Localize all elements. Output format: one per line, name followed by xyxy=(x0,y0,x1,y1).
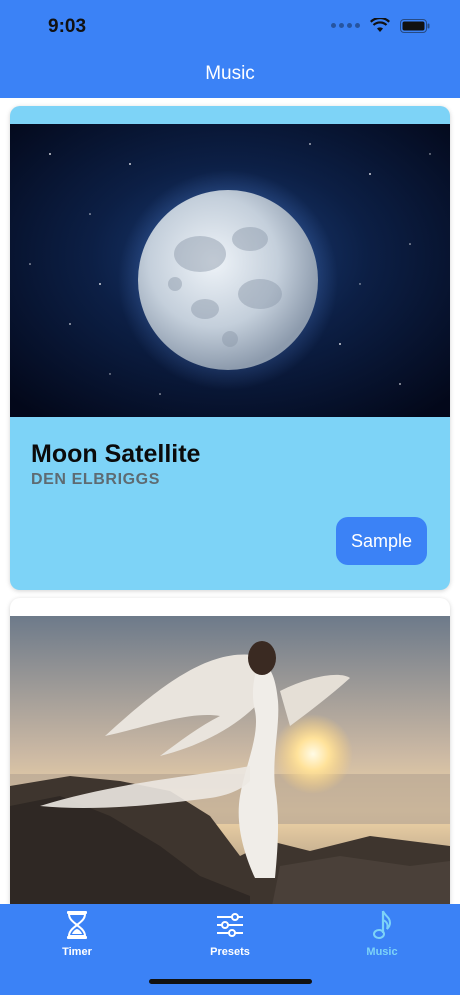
status-time: 9:03 xyxy=(48,16,87,37)
home-indicator[interactable] xyxy=(149,979,312,984)
music-note-icon xyxy=(372,908,392,942)
track-artist: DEN ELBRIGGS xyxy=(31,471,160,488)
track-title: Moon Satellite xyxy=(31,440,201,468)
wifi-icon xyxy=(370,18,390,33)
sliders-icon xyxy=(216,908,244,942)
tab-presets[interactable]: Presets xyxy=(170,908,290,964)
tab-music[interactable]: Music xyxy=(322,908,442,964)
page-title: Music xyxy=(205,63,255,84)
battery-icon xyxy=(400,18,430,33)
album-art-image xyxy=(10,124,450,417)
cellular-signal-icon xyxy=(331,23,360,28)
tab-label: Music xyxy=(366,946,398,958)
music-card[interactable] xyxy=(10,598,450,904)
tab-timer[interactable]: Timer xyxy=(17,908,137,964)
tab-label: Timer xyxy=(62,946,92,958)
music-list[interactable]: Moon Satellite DEN ELBRIGGS Sample xyxy=(0,98,460,904)
tab-label: Presets xyxy=(210,946,250,958)
status-icons xyxy=(331,18,430,33)
hourglass-icon xyxy=(66,908,88,942)
header-bar: 9:03 Music xyxy=(0,0,460,98)
sample-button[interactable]: Sample xyxy=(336,517,427,565)
album-art-image xyxy=(10,616,450,904)
music-card[interactable]: Moon Satellite DEN ELBRIGGS Sample xyxy=(10,106,450,590)
